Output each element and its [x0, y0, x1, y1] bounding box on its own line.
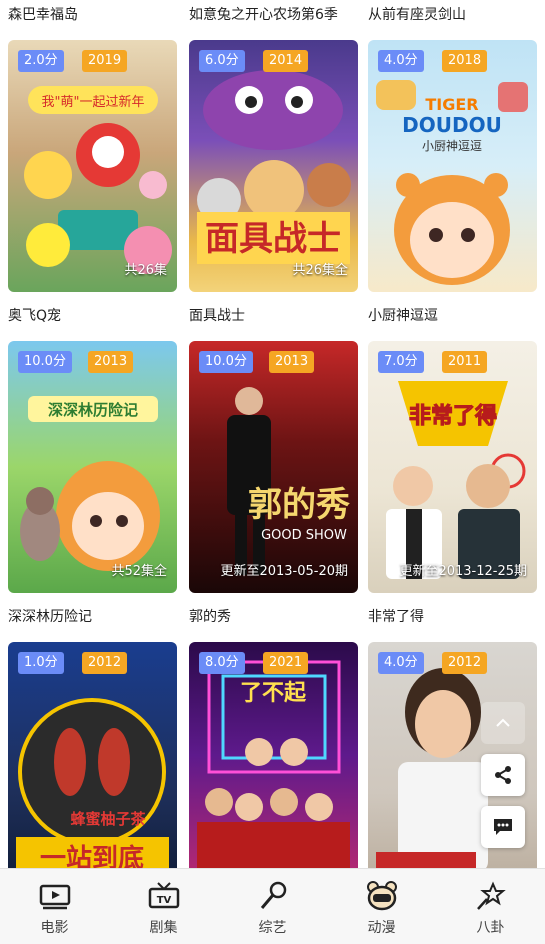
tab-movies[interactable]: 电影: [0, 869, 109, 944]
tab-label: 综艺: [258, 920, 287, 936]
poster-card[interactable]: 了不起 8.0分 2021: [189, 642, 358, 868]
year-badge: 2011: [442, 351, 488, 373]
card-title[interactable]: 郭的秀: [189, 603, 358, 631]
score-badge: 10.0分: [18, 351, 72, 373]
tab-label: 八卦: [476, 920, 505, 936]
poster-text: GOOD SHOW: [261, 528, 347, 543]
scroll-top-button[interactable]: [481, 702, 525, 744]
poster-image: 我"萌"一起过新年: [24, 86, 172, 274]
score-badge: 10.0分: [199, 351, 253, 373]
share-button[interactable]: [481, 754, 525, 796]
tv-icon: TV: [148, 882, 179, 909]
poster-card[interactable]: 非常了得 7.0分 2011 更新至2013-12-25期: [368, 341, 537, 593]
poster-card[interactable]: 蜂蜜柚子茶 一站到底 1.0分 2012: [8, 642, 177, 868]
title-row: 深深林历险记 郭的秀 非常了得: [0, 603, 545, 631]
poster-text: 蜂蜜柚子茶: [70, 810, 146, 828]
card-title[interactable]: 深深林历险记: [8, 603, 177, 631]
poster-card[interactable]: 深深林历险记 10.0分 2013 共52集全: [8, 341, 177, 593]
poster-text: 面具战士: [205, 219, 341, 259]
poster-text: 一站到底: [40, 843, 144, 868]
card-title[interactable]: 森巴幸福岛: [8, 1, 177, 29]
film-icon: [39, 884, 70, 910]
poster-card[interactable]: 郭的秀 GOOD SHOW 10.0分 2013 更新至2013-05-20期: [189, 341, 358, 593]
poster-text: 小厨神逗逗: [422, 139, 482, 153]
poster-image: 郭的秀 GOOD SHOW: [227, 387, 350, 575]
score-badge: 7.0分: [378, 351, 424, 373]
svg-text:TV: TV: [156, 895, 171, 906]
tab-gossip[interactable]: 八卦: [436, 869, 545, 944]
poster-text: 深深林历险记: [48, 401, 138, 419]
title-row: 森巴幸福岛 如意兔之开心农场第6季 从前有座灵剑山: [0, 1, 545, 29]
score-badge: 4.0分: [378, 652, 424, 674]
tab-label: 剧集: [149, 920, 178, 936]
year-badge: 2013: [88, 351, 134, 373]
card-title[interactable]: 从前有座灵剑山: [368, 1, 537, 29]
star-wand-icon: [476, 881, 506, 910]
comment-button[interactable]: [481, 806, 525, 848]
year-badge: 2018: [442, 50, 488, 72]
year-badge: 2021: [263, 652, 309, 674]
card-title[interactable]: 奥飞Q宠: [8, 302, 177, 330]
poster-image: 了不起: [197, 660, 350, 868]
microphone-icon: [260, 881, 286, 909]
poster-image: TIGER DOUDOU 小厨神逗逗: [376, 80, 528, 285]
bear-icon: [366, 881, 397, 911]
poster-text: TIGER: [425, 95, 478, 114]
title-row: 奥飞Q宠 面具战士 小厨神逗逗: [0, 302, 545, 330]
episode-caption: 共26集: [124, 263, 167, 278]
poster-text: 郭的秀: [248, 485, 350, 525]
poster-text: 了不起: [240, 681, 307, 706]
episode-caption: 更新至2013-12-25期: [399, 564, 527, 579]
poster-image: 深深林历险记: [20, 396, 160, 571]
poster-text: 我"萌"一起过新年: [42, 94, 145, 110]
card-title[interactable]: 非常了得: [368, 603, 537, 631]
card-title[interactable]: 小厨神逗逗: [368, 302, 537, 330]
poster-text: 非常了得: [409, 403, 497, 429]
year-badge: 2012: [442, 652, 488, 674]
poster-image: 蜂蜜柚子茶 一站到底: [16, 698, 169, 868]
tab-label: 动漫: [367, 920, 396, 936]
score-badge: 6.0分: [199, 50, 245, 72]
poster-card[interactable]: TIGER DOUDOU 小厨神逗逗 4.0分 2018: [368, 40, 537, 292]
comment-icon: [494, 819, 512, 835]
poster-card[interactable]: 面具战士 6.0分 2014 共26集全: [189, 40, 358, 292]
score-badge: 4.0分: [378, 50, 424, 72]
poster-card[interactable]: 我"萌"一起过新年 2.0分 2019 共26集: [8, 40, 177, 292]
bottom-tab-bar: 电影 TV 剧集 综艺 动漫 八卦: [0, 868, 545, 944]
year-badge: 2012: [82, 652, 128, 674]
year-badge: 2019: [82, 50, 128, 72]
scroll-top-icon: [496, 718, 510, 727]
poster-text: DOUDOU: [402, 113, 502, 137]
score-badge: 2.0分: [18, 50, 64, 72]
poster-image: 面具战士: [197, 70, 351, 264]
episode-caption: 共26集全: [292, 263, 348, 278]
share-icon: [495, 766, 511, 784]
year-badge: 2013: [269, 351, 315, 373]
tab-variety[interactable]: 综艺: [218, 869, 327, 944]
episode-caption: 共52集全: [111, 564, 167, 579]
tab-label: 电影: [40, 920, 69, 936]
card-title[interactable]: 如意兔之开心农场第6季: [189, 1, 358, 29]
tab-series[interactable]: TV 剧集: [109, 869, 218, 944]
tab-anime[interactable]: 动漫: [327, 869, 436, 944]
score-badge: 1.0分: [18, 652, 64, 674]
content-grid: 森巴幸福岛 如意兔之开心农场第6季 从前有座灵剑山 我"萌"一起过新年 2.0分…: [0, 0, 545, 868]
poster-image: 非常了得: [386, 381, 526, 579]
episode-caption: 更新至2013-05-20期: [220, 564, 348, 579]
score-badge: 8.0分: [199, 652, 245, 674]
card-title[interactable]: 面具战士: [189, 302, 358, 330]
year-badge: 2014: [263, 50, 309, 72]
